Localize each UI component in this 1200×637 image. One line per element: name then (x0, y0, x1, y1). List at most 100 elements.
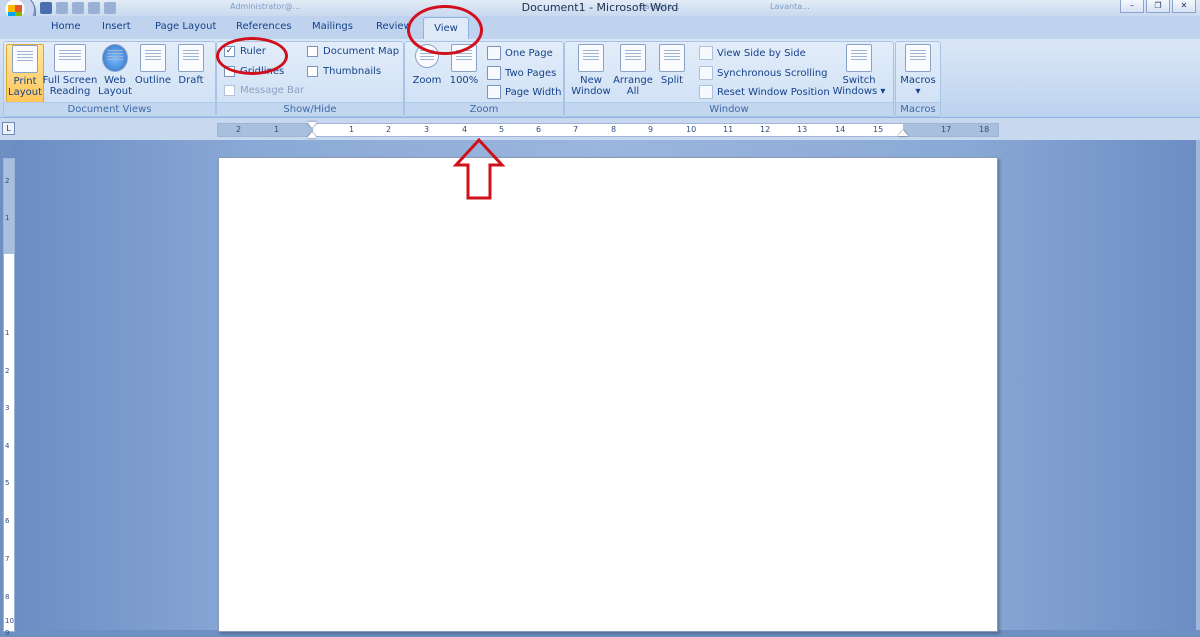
ribbon-tab-row: Home Insert Page Layout References Maili… (0, 16, 1200, 39)
document-map-checkbox[interactable] (307, 46, 318, 57)
first-line-indent-marker[interactable] (307, 122, 317, 128)
globe-icon (102, 44, 128, 72)
right-indent-marker[interactable] (898, 130, 908, 136)
new-window-button[interactable]: New Window (569, 44, 613, 97)
document-map-label: Document Map (323, 46, 400, 57)
macros-button[interactable]: Macros ▾ (900, 44, 936, 97)
split-icon (659, 44, 685, 72)
reset-position-icon (699, 85, 713, 99)
ruler-tick-label: 11 (723, 125, 734, 134)
vertical-ruler-tick-label: 1 (5, 214, 10, 222)
print-layout-label-2: Layout (8, 87, 42, 98)
one-page-label: One Page (505, 47, 553, 59)
view-side-by-side-button: View Side by Side (699, 46, 806, 60)
ruler-tick-label: 6 (536, 125, 542, 134)
one-page-button[interactable]: One Page (487, 46, 553, 60)
vertical-ruler-tick-label: 2 (5, 177, 10, 185)
window-controls: – ❐ ✕ (1120, 0, 1196, 13)
tab-insert[interactable]: Insert (102, 21, 131, 32)
draft-icon (178, 44, 204, 72)
ruler-tick-label: 1 (274, 125, 280, 134)
ruler-tick-label: 15 (873, 125, 884, 134)
tab-references[interactable]: References (236, 21, 292, 32)
draft-button[interactable]: Draft (174, 44, 208, 86)
full-screen-reading-button[interactable]: Full Screen Reading (42, 44, 98, 97)
synchronous-scrolling-label: Synchronous Scrolling (717, 67, 828, 79)
switch-windows-label-2: Windows ▾ (832, 86, 886, 97)
arrange-all-icon (620, 44, 646, 72)
ruler-tick-label: 18 (979, 125, 990, 134)
restore-button[interactable]: ❐ (1146, 0, 1170, 13)
two-pages-icon (487, 66, 501, 80)
arrange-all-button[interactable]: Arrange All (613, 44, 653, 97)
window-title: Document1 - Microsoft Word (521, 1, 679, 14)
show-hide-group-label: Show/Hide (217, 102, 403, 116)
web-layout-button[interactable]: Web Layout (98, 44, 132, 97)
annotation-up-arrow-icon (452, 137, 506, 200)
full-screen-label-1: Full Screen (42, 75, 98, 86)
ruler-tick-label: 2 (236, 125, 242, 134)
split-button[interactable]: Split (657, 44, 687, 86)
group-window: New Window Arrange All Split View Side b… (564, 41, 894, 117)
web-layout-label-2: Layout (98, 86, 132, 97)
reset-window-position-button: Reset Window Position (699, 85, 830, 99)
minimize-button[interactable]: – (1120, 0, 1144, 13)
new-window-label-2: Window (571, 86, 611, 97)
vertical-ruler[interactable]: 2 1 1 2 3 4 5 6 7 8 9 10 (3, 158, 15, 637)
zoom-100-label: 100% (449, 75, 479, 86)
arrange-all-label-2: All (626, 86, 640, 97)
annotation-circle-ruler (216, 37, 288, 75)
thumbnails-checkbox-row[interactable]: Thumbnails (307, 66, 381, 77)
ruler-tick-label: 17 (941, 125, 952, 134)
ruler-tick-label: 12 (760, 125, 771, 134)
print-layout-icon (12, 45, 38, 73)
page-width-icon (487, 85, 501, 99)
thumbnails-checkbox[interactable] (307, 66, 318, 77)
tab-selector-button[interactable]: L (2, 122, 15, 135)
close-button[interactable]: ✕ (1172, 0, 1196, 13)
message-bar-checkbox-row: Message Bar (224, 85, 304, 96)
left-margin-area (218, 124, 313, 136)
switch-windows-button[interactable]: Switch Windows ▾ (831, 44, 887, 97)
two-pages-button[interactable]: Two Pages (487, 66, 556, 80)
title-bar: Administrator@... Lavanta... Lavanta... … (0, 0, 1200, 16)
print-layout-button[interactable]: Print Layout (6, 44, 44, 103)
new-window-label-1: New (580, 75, 602, 86)
side-by-side-icon (699, 46, 713, 60)
macros-dropdown-arrow: ▾ (915, 86, 921, 97)
macros-label: Macros (900, 75, 936, 86)
ruler-tick-label: 7 (573, 125, 579, 134)
vertical-ruler-tick-label: 3 (5, 404, 10, 412)
message-bar-label: Message Bar (240, 85, 305, 96)
vertical-ruler-tick-label: 10 (5, 617, 14, 625)
ruler-tick-label: 2 (386, 125, 392, 134)
vertical-ruler-tick-label: 1 (5, 329, 10, 337)
vertical-ruler-tick-label: 6 (5, 517, 10, 525)
vertical-ruler-tick-label: 9 (5, 629, 10, 637)
tab-mailings[interactable]: Mailings (312, 21, 353, 32)
book-icon (54, 44, 86, 72)
document-page[interactable] (218, 157, 998, 632)
tab-page-layout[interactable]: Page Layout (155, 21, 216, 32)
thumbnails-label: Thumbnails (323, 66, 382, 77)
right-scrollbar-strip[interactable] (1196, 140, 1200, 630)
hanging-indent-marker[interactable] (307, 132, 317, 138)
window-group-label: Window (565, 102, 893, 116)
ruler-tick-label: 5 (499, 125, 505, 134)
ruler-tick-label: 3 (424, 125, 430, 134)
outline-button[interactable]: Outline (133, 44, 173, 86)
ruler-tick-label: 9 (648, 125, 654, 134)
split-label: Split (660, 75, 684, 86)
document-map-checkbox-row[interactable]: Document Map (307, 46, 399, 57)
outline-icon (140, 44, 166, 72)
new-window-icon (578, 44, 604, 72)
synchronous-scrolling-button: Synchronous Scrolling (699, 66, 828, 80)
print-layout-label-1: Print (13, 76, 37, 87)
zoom-group-label: Zoom (405, 102, 563, 116)
web-layout-label-1: Web (104, 75, 126, 86)
page-width-button[interactable]: Page Width (487, 85, 561, 99)
horizontal-ruler[interactable]: 2 1 1 2 3 4 5 6 7 8 9 10 11 12 13 14 15 17 18 (217, 122, 999, 138)
arrange-all-label-1: Arrange (613, 75, 653, 86)
top-margin-area (4, 159, 14, 254)
tab-home[interactable]: Home (51, 21, 81, 32)
